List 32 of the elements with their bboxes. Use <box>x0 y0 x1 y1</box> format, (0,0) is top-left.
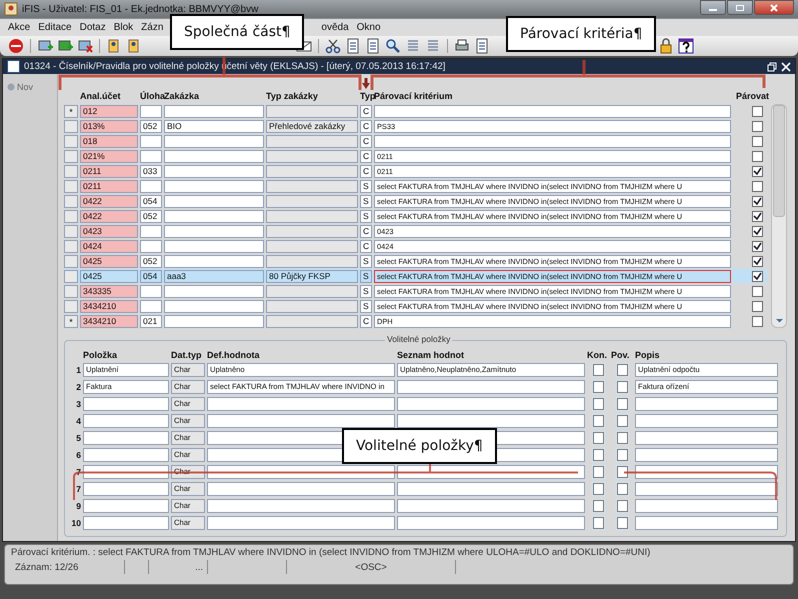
status-indicator: ... <box>149 560 208 574</box>
column-header: Kon. <box>587 350 608 360</box>
record-counter: Záznam: 12/26 <box>11 560 125 574</box>
row-number: 5 <box>75 433 81 444</box>
column-header: Párovací kritérium <box>374 91 454 102</box>
mode-indicator: <OSC> <box>287 560 456 574</box>
callout-tooltip: Volitelné položky¶ <box>342 428 497 464</box>
callout-tooltip: Společná část¶ <box>170 14 304 50</box>
callout-tooltip: Párovací kritéria¶ <box>506 16 656 52</box>
row-number: 4 <box>75 416 81 426</box>
window-title: iFIS - Uživatel: FIS_01 - Ek.jednotka: BBMVYY@bvw <box>22 4 258 15</box>
row-number: 10 <box>70 518 81 528</box>
column-header: Popis <box>635 350 661 360</box>
row-number: 1 <box>75 365 81 376</box>
column-header: Položka <box>83 350 118 360</box>
column-header: Def.hodnota <box>207 350 260 360</box>
row-number: 7 <box>75 467 81 478</box>
row-number: 6 <box>75 450 81 460</box>
row-number: 3 <box>75 399 81 410</box>
row-number: 2 <box>75 382 81 392</box>
column-header: Pov. <box>611 350 630 360</box>
row-number: 7 <box>75 484 81 494</box>
column-header: Typ zakázky <box>266 91 319 102</box>
column-header: Dat.typ <box>171 350 203 360</box>
column-header: Seznam hodnot <box>397 350 465 360</box>
column-header: Párovat <box>736 91 769 102</box>
column-header: Zakázka <box>164 91 200 102</box>
panel-title: Volitelné položky <box>385 334 452 344</box>
row-number: 9 <box>75 501 81 512</box>
column-header: Úloha <box>140 91 162 102</box>
column-header: Anal.účet <box>80 91 122 102</box>
status-message: Párovací kritérium. : select FAKTURA from TMJHLAV where INVIDNO in (select INVIDNO from TMJHIZM where ULOHA=#ULO and DOKLIDNO=#UNI) <box>11 547 652 558</box>
